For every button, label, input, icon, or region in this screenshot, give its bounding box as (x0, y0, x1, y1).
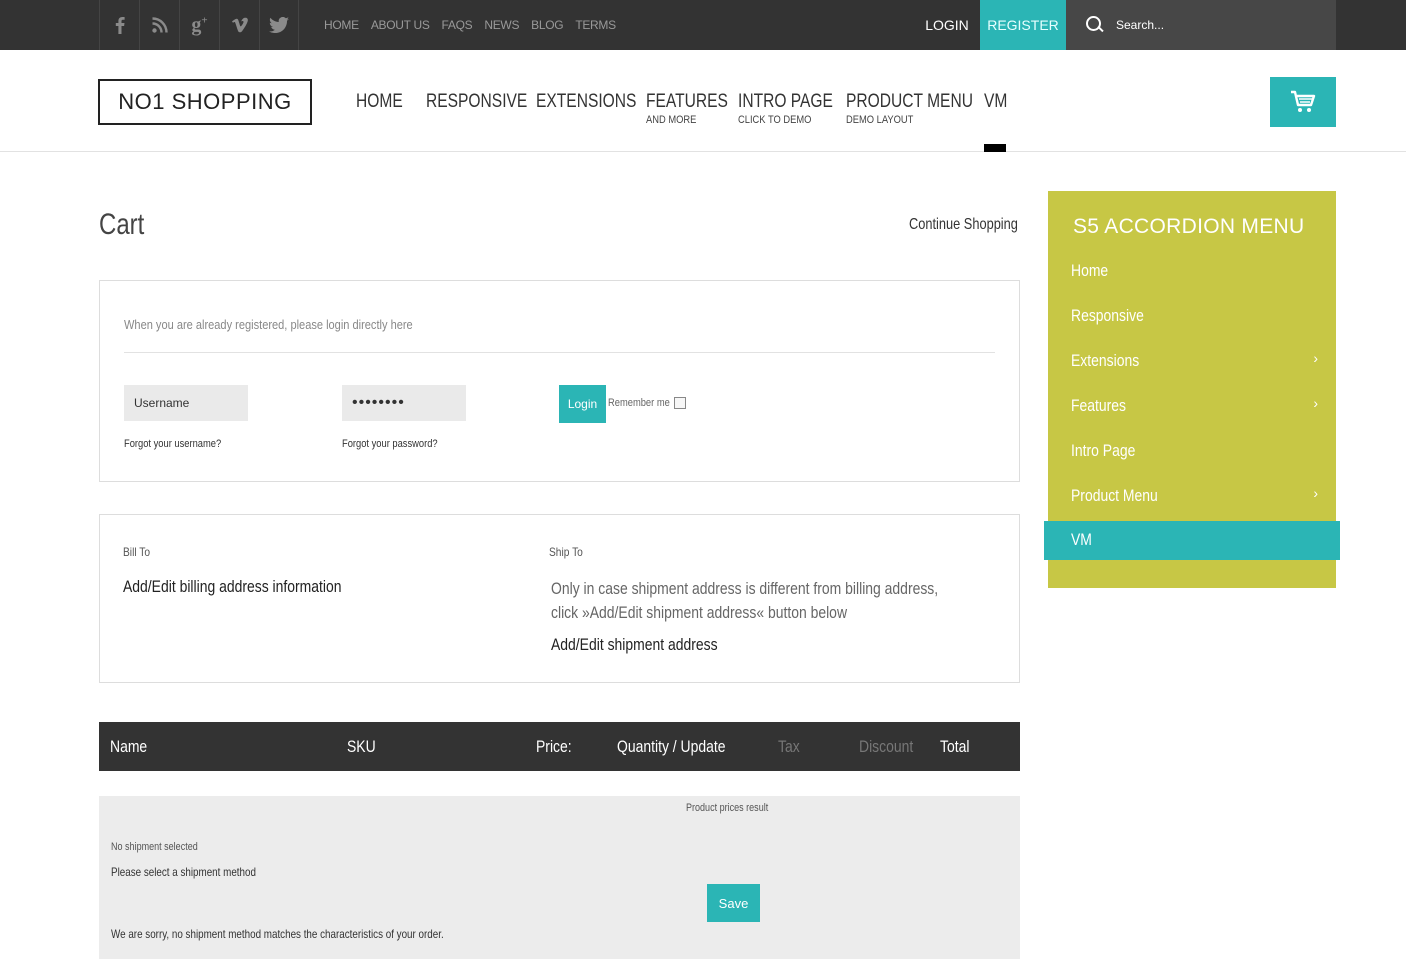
accordion-item-label: Features (1071, 396, 1127, 415)
cart-body: Product prices result No shipment select… (99, 796, 1020, 959)
edit-billing-address-link[interactable]: Add/Edit billing address information (123, 577, 342, 597)
nav-extensions[interactable]: EXTENSIONS (536, 90, 637, 126)
chevron-right-icon[interactable]: › (1313, 485, 1318, 501)
login-button[interactable]: Login (559, 385, 606, 423)
nav-features[interactable]: FEATURES AND MORE (646, 90, 728, 126)
register-button[interactable]: REGISTER (980, 0, 1066, 50)
nav-home[interactable]: HOME (356, 90, 403, 126)
ship-to-note: Only in case shipment address is differe… (551, 577, 938, 625)
login-intro: When you are already registered, please … (124, 317, 413, 332)
nav-sublabel: DEMO LAYOUT (846, 114, 914, 126)
topnav-faqs[interactable]: FAQS (442, 18, 473, 32)
cart-table-header: Name SKU Price: Quantity / Update Tax Di… (99, 722, 1020, 771)
vimeo-icon[interactable] (219, 0, 259, 50)
col-price: Price: (536, 737, 572, 756)
accordion-item-vm[interactable]: VM (1044, 521, 1340, 560)
col-discount: Discount (859, 737, 914, 756)
bill-to-label: Bill To (123, 545, 151, 559)
accordion-item-features[interactable]: Features › (1048, 387, 1336, 425)
topnav-home[interactable]: HOME (324, 18, 359, 32)
top-nav: HOME ABOUT US FAQS NEWS BLOG TERMS (324, 0, 616, 50)
facebook-icon[interactable] (99, 0, 139, 50)
address-panel: Bill To Add/Edit billing address informa… (99, 514, 1020, 683)
accordion-menu: S5 ACCORDION MENU Home Responsive Extens… (1044, 191, 1340, 588)
password-field[interactable] (342, 385, 466, 421)
google-plus-icon[interactable]: g+ (179, 0, 219, 50)
ship-to-label: Ship To (549, 545, 583, 559)
accordion-item-label: VM (1071, 530, 1092, 549)
col-quantity: Quantity / Update (617, 737, 726, 756)
topnav-news[interactable]: NEWS (484, 18, 519, 32)
nav-label: PRODUCT MENU (846, 91, 973, 112)
forgot-password-link[interactable]: Forgot your password? (342, 438, 438, 450)
top-bar: g+ HOME ABOUT US FAQS NEWS BLOG TERMS LO… (0, 0, 1406, 50)
accordion-item-product-menu[interactable]: Product Menu › (1048, 477, 1336, 515)
topnav-blog[interactable]: BLOG (531, 18, 563, 32)
forgot-username-link[interactable]: Forgot your username? (124, 438, 221, 450)
nav-label: EXTENSIONS (536, 91, 637, 112)
nav-label: FEATURES (646, 91, 728, 112)
col-sku: SKU (347, 737, 376, 756)
chevron-right-icon[interactable]: › (1313, 350, 1318, 366)
search-icon[interactable] (1086, 16, 1104, 34)
accordion-item-label: Extensions (1071, 351, 1140, 370)
prices-result-label: Product prices result (686, 802, 769, 814)
col-tax: Tax (778, 737, 800, 756)
continue-shopping-link[interactable]: Continue Shopping (909, 216, 1018, 234)
twitter-icon[interactable] (259, 0, 299, 50)
accordion-item-extensions[interactable]: Extensions › (1048, 342, 1336, 380)
no-shipment-text: No shipment selected (111, 841, 198, 853)
accordion-item-intro-page[interactable]: Intro Page (1048, 432, 1336, 470)
no-shipment-method-message: We are sorry, no shipment method matches… (111, 927, 444, 941)
ship-note-line: Only in case shipment address is differe… (551, 579, 939, 598)
nav-sublabel: CLICK TO DEMO (738, 114, 812, 126)
accordion-item-home[interactable]: Home (1048, 252, 1336, 290)
nav-sublabel: AND MORE (646, 114, 697, 126)
topnav-terms[interactable]: TERMS (575, 18, 616, 32)
nav-label: VM (984, 91, 1008, 112)
nav-intro-page[interactable]: INTRO PAGE CLICK TO DEMO (738, 90, 833, 126)
accordion-title: S5 ACCORDION MENU (1073, 215, 1305, 238)
page-title: Cart (99, 208, 145, 241)
accordion-item-label: Product Menu (1071, 486, 1158, 505)
main-nav: HOME RESPONSIVE EXTENSIONS FEATURES AND … (356, 90, 1008, 126)
divider (124, 352, 995, 353)
edit-shipment-address-link[interactable]: Add/Edit shipment address (551, 635, 718, 655)
nav-label: INTRO PAGE (738, 91, 833, 112)
remember-me-label: Remember me (608, 397, 670, 409)
chevron-right-icon[interactable]: › (1313, 395, 1318, 411)
login-link[interactable]: LOGIN (914, 0, 980, 50)
username-field[interactable] (124, 385, 248, 421)
remember-me-checkbox[interactable] (674, 397, 686, 409)
accordion-item-label: Home (1071, 261, 1109, 280)
nav-vm[interactable]: VM (984, 90, 1008, 126)
save-button[interactable]: Save (707, 884, 760, 922)
nav-product-menu[interactable]: PRODUCT MENU DEMO LAYOUT (846, 90, 973, 126)
nav-active-marker (984, 144, 1006, 152)
col-name: Name (110, 737, 148, 756)
cart-button[interactable] (1270, 77, 1336, 127)
rss-icon[interactable] (139, 0, 179, 50)
shopping-cart-icon (1291, 90, 1316, 112)
col-total: Total (940, 737, 970, 756)
select-shipment-text: Please select a shipment method (111, 865, 256, 879)
nav-responsive[interactable]: RESPONSIVE (426, 90, 528, 126)
topnav-about-us[interactable]: ABOUT US (371, 18, 430, 32)
accordion-item-label: Intro Page (1071, 441, 1136, 460)
site-logo[interactable]: NO1 SHOPPING (98, 79, 312, 125)
login-panel: When you are already registered, please … (99, 280, 1020, 482)
accordion-item-responsive[interactable]: Responsive (1048, 297, 1336, 335)
ship-note-line: click »Add/Edit shipment address« button… (551, 603, 848, 622)
nav-label: HOME (356, 91, 403, 112)
search-box (1066, 0, 1336, 50)
nav-label: RESPONSIVE (426, 91, 528, 112)
site-header: NO1 SHOPPING HOME RESPONSIVE EXTENSIONS … (0, 50, 1406, 152)
accordion-item-label: Responsive (1071, 306, 1144, 325)
social-links: g+ (99, 0, 299, 50)
search-input[interactable] (1116, 18, 1316, 32)
